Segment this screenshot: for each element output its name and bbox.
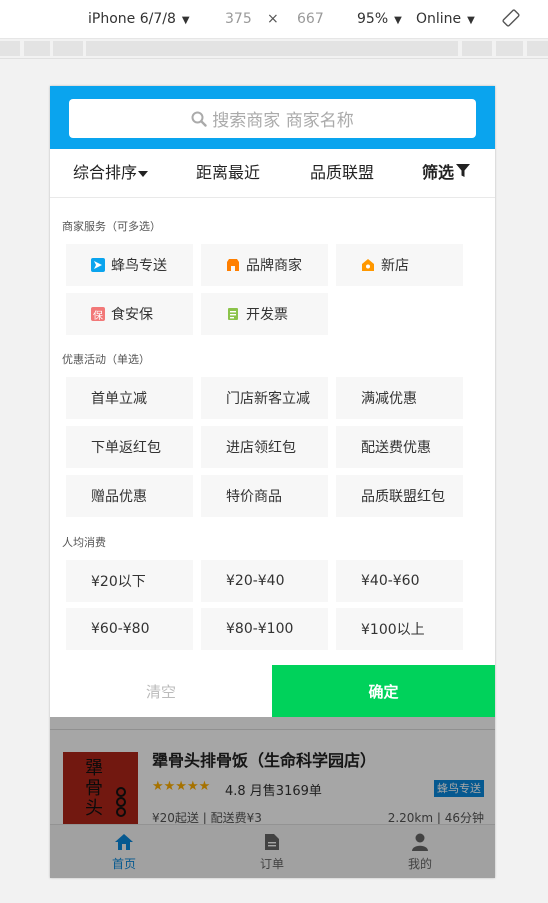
- height-input[interactable]: 667: [297, 10, 324, 28]
- devtools-toolbar: iPhone 6/7/8 ▼ 375 × 667 95% ▼ Online ▼: [0, 0, 548, 39]
- bird-icon: [91, 258, 105, 272]
- sort-nearest[interactable]: 距离最近: [196, 163, 260, 183]
- service-new[interactable]: 新店: [336, 244, 463, 286]
- service-brand[interactable]: 品牌商家: [201, 244, 328, 286]
- sort-quality[interactable]: 品质联盟: [310, 163, 374, 183]
- service-fengniao[interactable]: 蜂鸟专送: [66, 244, 193, 286]
- store-icon: [226, 258, 240, 272]
- service-label: 品牌商家: [246, 258, 302, 274]
- price-chip[interactable]: ¥40-¥60: [336, 560, 463, 602]
- network-label: Online: [416, 11, 462, 27]
- services-title: 商家服务（可多选）: [62, 220, 161, 233]
- price-chip[interactable]: ¥80-¥100: [201, 608, 328, 650]
- new-icon: [361, 258, 375, 272]
- price-chip[interactable]: ¥60-¥80: [66, 608, 193, 650]
- sort-bar: 综合排序 距离最近 品质联盟 筛选: [50, 149, 495, 198]
- device-select[interactable]: iPhone 6/7/8 ▼: [88, 10, 190, 30]
- media-query-ruler: [0, 39, 548, 59]
- filter-label: 筛选: [422, 163, 455, 182]
- header-bar: 搜索商家 商家名称: [50, 86, 495, 149]
- clear-button[interactable]: 清空: [50, 665, 272, 717]
- promo-chip[interactable]: 配送费优惠: [336, 426, 463, 468]
- chevron-down-icon: ▼: [467, 15, 475, 26]
- price-chip[interactable]: ¥100以上: [336, 608, 463, 650]
- promo-chip[interactable]: 满减优惠: [336, 377, 463, 419]
- filter-toggle[interactable]: 筛选: [422, 163, 471, 183]
- promo-chip[interactable]: 下单返红包: [66, 426, 193, 468]
- promo-chip[interactable]: 品质联盟红包: [336, 475, 463, 517]
- shop-list-area: 犟骨头 犟骨头排骨饭（生命科学园店） ★★★★★ 4.8 月售3169单 蜂鸟专…: [50, 717, 495, 878]
- promo-chip[interactable]: 赠品优惠: [66, 475, 193, 517]
- service-label: 开发票: [246, 307, 288, 323]
- promotions-title: 优惠活动（单选）: [62, 353, 150, 366]
- service-label: 食安保: [111, 307, 153, 323]
- chevron-down-icon: ▼: [394, 15, 402, 26]
- service-invoice[interactable]: 开发票: [201, 293, 328, 335]
- price-title: 人均消费: [62, 536, 106, 549]
- service-label: 新店: [381, 258, 409, 274]
- service-food-safety[interactable]: 保 食安保: [66, 293, 193, 335]
- width-input[interactable]: 375: [225, 10, 252, 28]
- confirm-button[interactable]: 确定: [272, 665, 495, 717]
- sort-comprehensive-label: 综合排序: [73, 163, 138, 182]
- sort-comprehensive[interactable]: 综合排序: [73, 163, 149, 183]
- caret-down-icon: [138, 171, 149, 177]
- invoice-icon: [226, 307, 240, 321]
- filter-panel: 商家服务（可多选） 蜂鸟专送 品牌商家 新店 保 食安保 开发票 优惠活动（单选…: [50, 198, 495, 664]
- promo-chip[interactable]: 门店新客立减: [201, 377, 328, 419]
- search-placeholder: 搜索商家 商家名称: [212, 111, 354, 131]
- price-chip[interactable]: ¥20-¥40: [201, 560, 328, 602]
- promo-chip[interactable]: 首单立减: [66, 377, 193, 419]
- promo-chip[interactable]: 特价商品: [201, 475, 328, 517]
- price-chip[interactable]: ¥20以下: [66, 560, 193, 602]
- promo-chip[interactable]: 进店领红包: [201, 426, 328, 468]
- zoom-label: 95%: [357, 11, 389, 27]
- search-input[interactable]: 搜索商家 商家名称: [69, 99, 476, 138]
- search-icon: [191, 111, 207, 127]
- chevron-down-icon: ▼: [181, 15, 190, 26]
- phone-viewport: 搜索商家 商家名称 综合排序 距离最近 品质联盟 筛选 商家服务（可多选） 蜂鸟…: [50, 86, 495, 878]
- device-label: iPhone 6/7/8: [88, 11, 176, 27]
- zoom-select[interactable]: 95% ▼: [357, 10, 402, 30]
- dimension-separator: ×: [267, 11, 279, 27]
- filter-icon: [456, 164, 471, 177]
- rotate-icon[interactable]: [502, 9, 520, 32]
- network-select[interactable]: Online ▼: [416, 10, 475, 30]
- service-label: 蜂鸟专送: [111, 258, 167, 274]
- shield-icon: 保: [91, 307, 105, 322]
- overlay-mask[interactable]: [50, 717, 495, 878]
